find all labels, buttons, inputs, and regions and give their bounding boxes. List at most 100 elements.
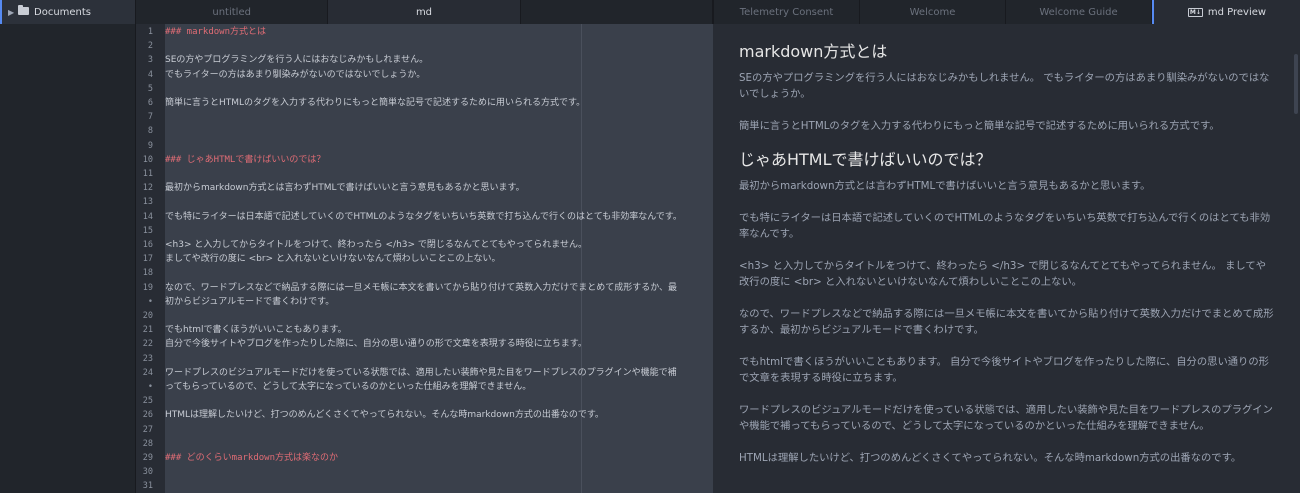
editor-line[interactable]: • 初からビジュアルモードで書くわけです。 <box>136 295 713 309</box>
editor-line[interactable]: 27 <box>136 423 713 437</box>
editor-line[interactable]: 26 HTMLは理解したいけど、打つのめんどくさくてやってられない。そんな時mar… <box>136 408 713 422</box>
line-number: 22 <box>142 339 153 350</box>
editor-line[interactable]: 2 <box>136 39 713 53</box>
editor-line[interactable]: 21 でもhtmlで書くほうがいいこともあります。 <box>136 323 713 337</box>
folder-icon <box>18 5 29 15</box>
line-number: 15 <box>142 225 153 236</box>
tab-telemetry-consent[interactable]: Telemetry Consent <box>714 0 860 24</box>
editor-line[interactable]: 25 <box>136 394 713 408</box>
line-number: 10 <box>142 154 153 165</box>
editor-line-text: ましてや改行の度に <br> と入れないといけないなんて煩わしいことこの上ない。 <box>165 254 501 265</box>
line-number: 28 <box>142 438 153 449</box>
line-number: • <box>147 296 153 307</box>
line-number: 26 <box>142 410 153 421</box>
editor-line-text: HTMLは理解したいけど、打つのめんどくさくてやってられない。そんな時markd… <box>165 410 604 421</box>
editor-line[interactable]: 28 <box>136 437 713 451</box>
editor-line[interactable]: 16 <h3> と入力してからタイトルをつけて、終わったら </h3> で閉じるな… <box>136 238 713 252</box>
tab-label: md Preview <box>1207 6 1267 18</box>
editor-line-text: ワードプレスのビジュアルモードだけを使っている状態では、適用したい装飾や見た目を… <box>165 367 677 378</box>
line-number: 12 <box>142 183 153 194</box>
editor-line[interactable]: 13 <box>136 195 713 209</box>
editor-line[interactable]: 18 <box>136 266 713 280</box>
editor-line[interactable]: 14 でも特にライターは日本語で記述していくのでHTMLのようなタグをいちいち英数… <box>136 210 713 224</box>
editor-line[interactable]: 5 <box>136 82 713 96</box>
line-number: 31 <box>142 481 153 492</box>
line-number: 6 <box>147 98 153 108</box>
preview-paragraph: <h3> と入力してからタイトルをつけて、終わったら </h3> で閉じるなんて… <box>739 260 1266 288</box>
editor-line-text: なので、ワードプレスなどで納品する際には一旦メモ帳に本文を書いてから貼り付けて英… <box>165 282 678 293</box>
tab-empty <box>520 0 713 24</box>
editor-line-text: でもhtmlで書くほうがいいこともあります。 <box>165 325 347 336</box>
tab-md[interactable]: md <box>328 0 521 24</box>
editor-line-text: でも特にライターは日本語で記述していくのでHTMLのようなタグをいちいち英数で打… <box>165 211 682 222</box>
line-number: 14 <box>142 211 153 222</box>
line-number: 18 <box>142 268 153 279</box>
editor-line[interactable]: 3 SEの方やプログラミングを行う人にはおなじみかもしれません。 <box>136 53 713 67</box>
editor-line[interactable]: 31 <box>136 479 713 493</box>
editor-line[interactable]: 24 ワードプレスのビジュアルモードだけを使っている状態では、適用したい装飾や見た… <box>136 366 713 380</box>
markdown-heading-text: ### じゃあHTMLで書けばいいのでは？ <box>165 154 326 165</box>
preview-heading: じゃあHTMLで書けばいいのでは？ <box>739 150 992 169</box>
line-number: 3 <box>147 55 153 66</box>
line-number: 23 <box>142 353 153 364</box>
line-number: 29 <box>142 453 153 463</box>
preview-paragraph: でも特にライターは日本語で記述していくのでHTMLのようなタグをいちいち英数で打… <box>739 212 1271 240</box>
editor-line[interactable]: 29 ### どのくらいmarkdown方式は楽なのか <box>136 451 713 465</box>
editor-line[interactable]: 1 ### markdown方式とは <box>136 25 713 39</box>
markdown-heading-text: ### markdown方式とは <box>165 27 267 37</box>
editor-line[interactable]: 22 自分で今後サイトやブログを作ったりした際に、自分の思い通りの形で文章を表現す… <box>136 337 713 351</box>
preview-scrollbar[interactable] <box>1294 54 1298 114</box>
tab-label: Welcome <box>909 6 956 18</box>
line-number: 24 <box>142 367 153 378</box>
editor-line[interactable]: 17 ましてや改行の度に <br> と入れないといけないなんて煩わしいことこの上な… <box>136 252 713 266</box>
editor-line[interactable]: 15 <box>136 224 713 238</box>
editor-line[interactable]: 6 簡単に言うとHTMLのタグを入力する代わりにもっと簡単な記号で記述するために用… <box>136 96 713 110</box>
tree-root-documents[interactable]: ▶ Documents <box>0 0 135 24</box>
editor-line[interactable]: • ってもらっているので、どうして太字になっているのかといった仕組みを理解できませ… <box>136 380 713 394</box>
line-number: 27 <box>142 424 153 435</box>
tab-label: md <box>415 6 433 18</box>
editor-line-text: 最初からmarkdown方式とは言わずHTMLで書けばいいと言う意見もあるかと思… <box>165 183 525 194</box>
line-number: 20 <box>142 311 153 321</box>
editor-line-text: でもライターの方はあまり馴染みがないのではないでしょうか。 <box>165 69 426 80</box>
editor-line[interactable]: 10 ### じゃあHTMLで書けばいいのでは？ <box>136 153 713 167</box>
tab-label: Telemetry Consent <box>739 6 834 18</box>
editor-line[interactable]: 7 <box>136 110 713 124</box>
tree-view: ▶ Documents <box>0 0 136 493</box>
editor-line[interactable]: 30 <box>136 465 713 479</box>
line-number: 16 <box>142 240 153 250</box>
tab-welcome[interactable]: Welcome <box>860 0 1006 24</box>
editor-line[interactable]: 9 <box>136 139 713 153</box>
editor-line-text: <h3> と入力してからタイトルをつけて、終わったら </h3> で閉じるなんて… <box>165 240 588 250</box>
preview-paragraph: でもhtmlで書くほうがいいこともあります。 自分で今後サイトやブログを作ったり… <box>739 356 1269 384</box>
editor-line[interactable]: 19 なので、ワードプレスなどで納品する際には一旦メモ帳に本文を書いてから貼り付け… <box>136 281 713 295</box>
markdown-editor[interactable]: 1 ### markdown方式とは 2 3 SEの方やプログラミングを行う人にはおなじ… <box>136 24 713 493</box>
line-number: 13 <box>142 197 153 208</box>
line-number: 4 <box>147 69 153 80</box>
tab-welcome-guide[interactable]: Welcome Guide <box>1006 0 1152 24</box>
editor-line-text: 初からビジュアルモードで書くわけです。 <box>165 296 335 307</box>
tab-untitled[interactable]: untitled <box>136 0 329 24</box>
tab-label: Welcome Guide <box>1039 6 1118 18</box>
preview-paragraph: なので、ワードプレスなどで納品する際には一旦メモ帳に本文を書いてから貼り付けて英… <box>739 308 1274 336</box>
preview-paragraph: SEの方やプログラミングを行う人にはおなじみかもしれません。 でもライターの方は… <box>739 72 1270 100</box>
markdown-icon: M↓ <box>1187 7 1203 17</box>
editor-line[interactable]: 11 <box>136 167 713 181</box>
editor-line[interactable]: 20 <box>136 309 713 323</box>
editor-line[interactable]: 8 <box>136 124 713 138</box>
line-number: 7 <box>147 112 153 123</box>
markdown-preview[interactable]: markdown方式とは SEの方やプログラミングを行う人にはおなじみかもしれま… <box>713 24 1300 493</box>
preview-paragraph: ワードプレスのビジュアルモードだけを使っている状態では、適用したい装飾や見た目を… <box>739 404 1273 432</box>
editor-line-text: 簡単に言うとHTMLのタグを入力する代わりにもっと簡単な記号で記述するために用い… <box>165 98 586 108</box>
tab-md-preview[interactable]: M↓ md Preview <box>1152 0 1300 24</box>
line-number: 19 <box>142 282 153 293</box>
chevron-right-icon[interactable]: ▶ <box>8 8 18 17</box>
editor-line[interactable]: 4 でもライターの方はあまり馴染みがないのではないでしょうか。 <box>136 68 713 82</box>
line-number: 2 <box>147 41 153 52</box>
editor-line[interactable]: 23 <box>136 352 713 366</box>
preview-paragraph: 簡単に言うとHTMLのタグを入力する代わりにもっと簡単な記号で記述するために用い… <box>739 120 1220 132</box>
editor-line[interactable]: 12 最初からmarkdown方式とは言わずHTMLで書けばいいと言う意見もあるか… <box>136 181 713 195</box>
line-number: 30 <box>142 467 153 478</box>
editor-line-text: 自分で今後サイトやブログを作ったりした際に、自分の思い通りの形で文章を表現する時… <box>165 339 587 350</box>
line-number: 1 <box>147 27 153 37</box>
